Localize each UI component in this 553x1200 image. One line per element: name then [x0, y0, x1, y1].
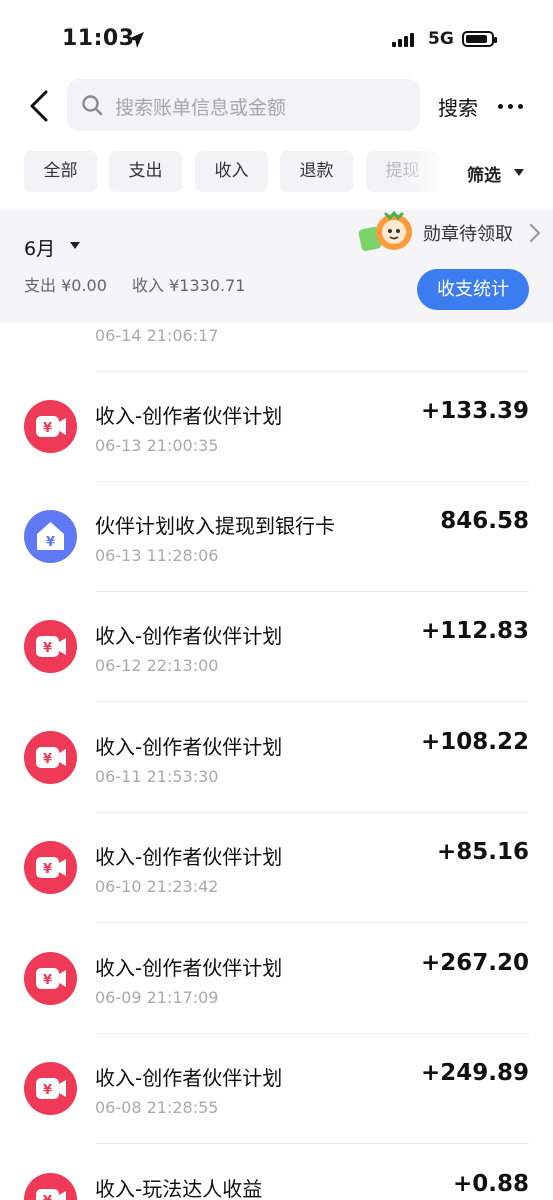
search-placeholder: 搜索账单信息或金额 [115, 97, 287, 119]
chevron-right-icon[interactable] [529, 223, 541, 243]
transaction-amount: +267.20 [420, 950, 529, 976]
medal-claim-label[interactable]: 勋章待领取 [423, 220, 513, 246]
expense-total: 支出 ¥0.00 [24, 276, 107, 295]
svg-text:¥: ¥ [43, 973, 52, 988]
location-arrow-icon [128, 32, 144, 48]
transaction-title: 收入-创作者伙伴计划 [95, 624, 283, 648]
list-item[interactable]: ¥ 收入-创作者伙伴计划 06-13 21:00:35 +133.39 [0, 372, 553, 482]
search-input[interactable]: 搜索账单信息或金额 [67, 79, 420, 131]
month-caret-icon[interactable] [70, 242, 80, 249]
transaction-amount: 846.58 [440, 508, 529, 534]
transaction-datetime: 06-09 21:17:09 [95, 988, 219, 1007]
list-item[interactable]: ¥ 收入-创作者伙伴计划 06-12 22:13:00 +112.83 [0, 592, 553, 702]
filter-caret-icon[interactable] [514, 169, 524, 176]
cellular-signal-icon [392, 33, 414, 47]
status-time: 11:03 [62, 26, 135, 51]
transaction-title: 伙伴计划收入提现到银行卡 [95, 514, 335, 538]
svg-text:¥: ¥ [43, 1083, 52, 1098]
tab-expense[interactable]: 支出 [109, 151, 182, 192]
income-expense-stats-button[interactable]: 收支统计 [417, 269, 529, 310]
list-item[interactable]: ¥ 收入-创作者伙伴计划 06-10 21:23:42 +85.16 [0, 813, 553, 923]
search-button[interactable]: 搜索 [438, 92, 478, 121]
transaction-amount: +0.88 [452, 1171, 529, 1197]
filter-button[interactable]: 筛选 [467, 161, 501, 186]
transaction-datetime: 06-11 21:53:30 [95, 767, 219, 786]
transaction-datetime: 06-12 22:13:00 [95, 656, 219, 675]
transaction-datetime: 06-13 21:00:35 [95, 436, 219, 455]
svg-text:¥: ¥ [43, 752, 52, 767]
transaction-amount: +85.16 [436, 839, 529, 865]
transaction-title: 收入-创作者伙伴计划 [95, 956, 283, 980]
month-selector[interactable]: 6月 [24, 234, 55, 261]
video-yuan-icon: ¥ [24, 620, 77, 673]
network-type: 5G [428, 29, 454, 49]
battery-icon [462, 31, 497, 47]
video-yuan-icon: ¥ [24, 1173, 77, 1200]
transaction-datetime: 06-10 21:23:42 [95, 877, 219, 896]
transaction-datetime: 06-08 21:28:55 [95, 1098, 219, 1117]
list-item[interactable]: ¥ 收入-创作者伙伴计划 06-09 21:17:09 +267.20 [0, 924, 553, 1034]
transaction-title: 收入-创作者伙伴计划 [95, 1066, 283, 1090]
list-item[interactable]: ¥ 收入-创作者伙伴计划 06-11 21:53:30 +108.22 [0, 703, 553, 813]
video-yuan-icon: ¥ [24, 841, 77, 894]
transaction-title: 收入-玩法达人收益 [95, 1177, 263, 1200]
tab-refund[interactable]: 退款 [280, 151, 353, 192]
status-bar: 11:03 5G [0, 0, 553, 82]
svg-text:¥: ¥ [43, 1194, 52, 1200]
transaction-amount: +112.83 [420, 618, 529, 644]
bank-house-icon: ¥ [24, 510, 77, 563]
filter-tabs: 全部 支出 收入 退款 提现 [24, 151, 440, 192]
search-icon [82, 95, 103, 116]
transaction-title: 收入-创作者伙伴计划 [95, 845, 283, 869]
video-yuan-icon: ¥ [24, 400, 77, 453]
tabs-fade-overlay [400, 151, 450, 192]
more-options-icon[interactable] [498, 104, 523, 109]
list-item[interactable]: ¥ 收入-创作者伙伴计划 06-08 21:28:55 +249.89 [0, 1034, 553, 1144]
svg-text:¥: ¥ [46, 535, 55, 550]
svg-text:¥: ¥ [43, 641, 52, 656]
transaction-amount: +133.39 [420, 398, 529, 424]
svg-text:¥: ¥ [43, 421, 52, 436]
tab-income[interactable]: 收入 [195, 151, 268, 192]
transaction-datetime: 06-14 21:06:17 [95, 326, 219, 345]
medal-mascot-icon[interactable] [356, 210, 418, 256]
transaction-datetime: 06-13 11:28:06 [95, 546, 219, 565]
list-item[interactable]: ¥ 收入-玩法达人收益 +0.88 [0, 1145, 553, 1200]
transaction-amount: +108.22 [420, 729, 529, 755]
svg-text:¥: ¥ [43, 862, 52, 877]
tab-all[interactable]: 全部 [24, 151, 97, 192]
transaction-amount: +249.89 [420, 1060, 529, 1086]
video-yuan-icon: ¥ [24, 1062, 77, 1115]
transaction-title: 收入-创作者伙伴计划 [95, 735, 283, 759]
income-total: 收入 ¥1330.71 [132, 276, 246, 295]
list-item[interactable]: ¥ 伙伴计划收入提现到银行卡 06-13 11:28:06 846.58 [0, 482, 553, 592]
back-arrow-icon[interactable] [26, 88, 54, 124]
video-yuan-icon: ¥ [24, 731, 77, 784]
transaction-title: 收入-创作者伙伴计划 [95, 404, 283, 428]
list-item[interactable]: 06-14 21:06:17 [0, 322, 553, 372]
transaction-list: 06-14 21:06:17 ¥ 收入-创作者伙伴计划 06-13 21:00:… [0, 322, 553, 1200]
month-summary-panel: 6月 支出 ¥0.00 收入 ¥1330.71 勋章待领取 收支统计 [0, 210, 553, 322]
video-yuan-icon: ¥ [24, 952, 77, 1005]
